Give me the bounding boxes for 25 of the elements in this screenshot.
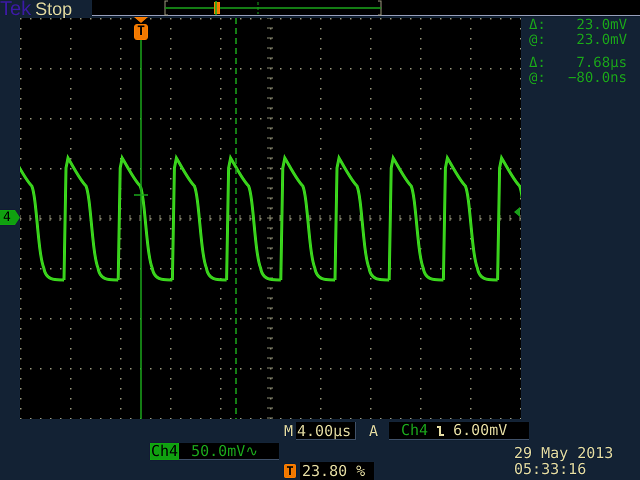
vertical-scale-readout: 50.0mV∿ (179, 443, 280, 460)
cursor-label: Δ: (529, 56, 547, 71)
time-text: 05:33:16 (514, 461, 588, 477)
date-text: 29 May 2013 (514, 445, 614, 461)
cursor-readout: −80.0ns (566, 71, 627, 86)
trigger-arrow-icon (133, 17, 149, 23)
cursor-label: @: (529, 33, 547, 48)
trigger-label: A (369, 420, 380, 442)
cursor-readout: 23.0mV (575, 18, 627, 33)
trigger-position-icon (214, 1, 220, 15)
cursor-readout: 7.68µs (575, 56, 627, 71)
cursor-readout: 23.0mV (575, 33, 627, 48)
channel-label: Ch4 (150, 443, 180, 460)
cursor-label: Δ: (529, 18, 547, 33)
trigger-marker: T (284, 464, 296, 478)
acquisition-status: Stop (35, 0, 72, 18)
cursor-label: @: (529, 71, 547, 86)
channel-marker: 4 (0, 210, 20, 225)
timebase-readout: 4.00µs (296, 422, 356, 440)
falling-edge-icon (436, 424, 446, 436)
timebase-label: M (284, 420, 294, 442)
trigger-level-icon (514, 207, 520, 217)
trigger-readout: Ch4 6.00mV (389, 422, 529, 440)
brand-logo: Tek (0, 0, 32, 18)
trigger-position-readout: 23.80 % (300, 462, 374, 480)
